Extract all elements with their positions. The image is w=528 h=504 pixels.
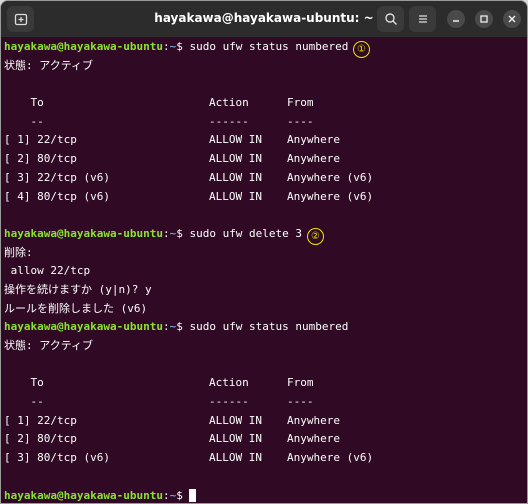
- divider-from: ----: [287, 114, 314, 128]
- divider-to: --: [30, 114, 44, 128]
- prompt-symbol: $: [176, 40, 183, 53]
- annotation-marker-2: ②: [307, 228, 324, 245]
- table-row: [ 2] 80/tcp ALLOW IN Anywhere: [4, 150, 373, 169]
- header-from: From: [287, 96, 314, 110]
- prompt-symbol: $: [176, 226, 183, 240]
- rule-to: [ 3] 80/tcp (v6): [4, 451, 110, 465]
- divider-action: ------: [209, 395, 249, 409]
- rule-to: [ 1] 22/tcp: [4, 133, 77, 147]
- output-line: ルールを削除しました (v6): [4, 301, 148, 315]
- rule-from: Anywhere (v6): [287, 451, 374, 465]
- header-from: From: [287, 376, 314, 390]
- search-button[interactable]: [377, 6, 404, 32]
- status-line: 状態: アクティブ: [4, 339, 94, 352]
- command-text: sudo ufw delete 3: [189, 226, 303, 240]
- prompt-user: hayakawa@hayakawa-ubuntu: [4, 488, 163, 502]
- rule-action: ALLOW IN: [209, 152, 262, 166]
- rule-to: [ 2] 80/tcp: [4, 432, 77, 446]
- rule-to: [ 2] 80/tcp: [4, 152, 77, 166]
- divider-to: --: [30, 395, 44, 409]
- command-text: sudo ufw status numbered: [189, 40, 349, 53]
- annotation-marker-1: ①: [353, 41, 370, 58]
- table-row: [ 3] 80/tcp (v6) ALLOW IN Anywhere (v6): [4, 449, 373, 468]
- title-bar: hayakawa@hayakawa-ubuntu: ~: [1, 1, 527, 37]
- prompt-line: hayakawa@hayakawa-ubuntu:~$: [4, 487, 373, 504]
- rule-from: Anywhere: [287, 432, 340, 446]
- table-header: To Action From: [4, 94, 373, 113]
- prompt-line: hayakawa@hayakawa-ubuntu:~$ sudo ufw sta…: [4, 40, 349, 53]
- rule-action: ALLOW IN: [209, 133, 262, 147]
- table-row: [ 2] 80/tcp ALLOW IN Anywhere: [4, 430, 373, 449]
- divider-action: ------: [209, 114, 249, 128]
- rule-from: Anywhere (v6): [287, 189, 374, 203]
- rule-action: ALLOW IN: [209, 189, 262, 203]
- rule-to: [ 3] 22/tcp (v6): [4, 170, 110, 184]
- prompt-line: hayakawa@hayakawa-ubuntu:~$ sudo ufw sta…: [4, 320, 349, 334]
- table-row: [ 4] 80/tcp (v6) ALLOW IN Anywhere (v6): [4, 188, 373, 207]
- maximize-icon: [480, 15, 488, 23]
- header-action: Action: [209, 376, 249, 390]
- header-to: To: [30, 96, 44, 110]
- output-line: 削除:: [4, 245, 33, 259]
- terminal-window: hayakawa@hayakawa-ubuntu: ~ hayakawa@hay…: [0, 0, 528, 504]
- rule-from: Anywhere: [287, 133, 340, 147]
- hamburger-menu-icon: [418, 15, 427, 23]
- rule-to: [ 1] 22/tcp: [4, 413, 77, 427]
- menu-button[interactable]: [409, 6, 436, 32]
- close-button[interactable]: [503, 10, 521, 28]
- output-line: 操作を続けますか (y|n)? y: [4, 282, 152, 296]
- header-action: Action: [209, 96, 249, 110]
- rule-to: [ 4] 80/tcp (v6): [4, 189, 110, 203]
- rule-action: ALLOW IN: [209, 170, 262, 184]
- rule-from: Anywhere (v6): [287, 170, 374, 184]
- prompt-symbol: $: [176, 488, 183, 502]
- minimize-icon: [453, 20, 459, 22]
- table-divider: -- ------ ----: [4, 113, 373, 132]
- prompt-user: hayakawa@hayakawa-ubuntu: [4, 320, 163, 334]
- prompt-symbol: $: [176, 320, 183, 334]
- command-text: sudo ufw status numbered: [189, 320, 349, 334]
- prompt-user: hayakawa@hayakawa-ubuntu: [4, 40, 163, 53]
- rule-action: ALLOW IN: [209, 413, 262, 427]
- header-to: To: [30, 376, 44, 390]
- divider-from: ----: [287, 395, 314, 409]
- rule-from: Anywhere: [287, 152, 340, 166]
- text-cursor: [189, 489, 197, 502]
- maximize-button[interactable]: [475, 10, 493, 28]
- table-row: [ 1] 22/tcp ALLOW IN Anywhere: [4, 412, 373, 431]
- table-header: To Action From: [4, 374, 373, 393]
- table-row: [ 3] 22/tcp (v6) ALLOW IN Anywhere (v6): [4, 169, 373, 188]
- close-icon: [508, 15, 516, 23]
- rule-action: ALLOW IN: [209, 451, 262, 465]
- prompt-user: hayakawa@hayakawa-ubuntu: [4, 226, 163, 240]
- minimize-button[interactable]: [447, 10, 465, 28]
- search-icon: [384, 13, 397, 25]
- rule-action: ALLOW IN: [209, 432, 262, 446]
- rule-from: Anywhere: [287, 413, 340, 427]
- table-row: [ 1] 22/tcp ALLOW IN Anywhere: [4, 131, 373, 150]
- output-line: allow 22/tcp: [4, 264, 91, 278]
- terminal-output[interactable]: hayakawa@hayakawa-ubuntu:~$ sudo ufw sta…: [4, 38, 373, 504]
- table-divider: -- ------ ----: [4, 393, 373, 412]
- status-line: 状態: アクティブ: [4, 58, 94, 72]
